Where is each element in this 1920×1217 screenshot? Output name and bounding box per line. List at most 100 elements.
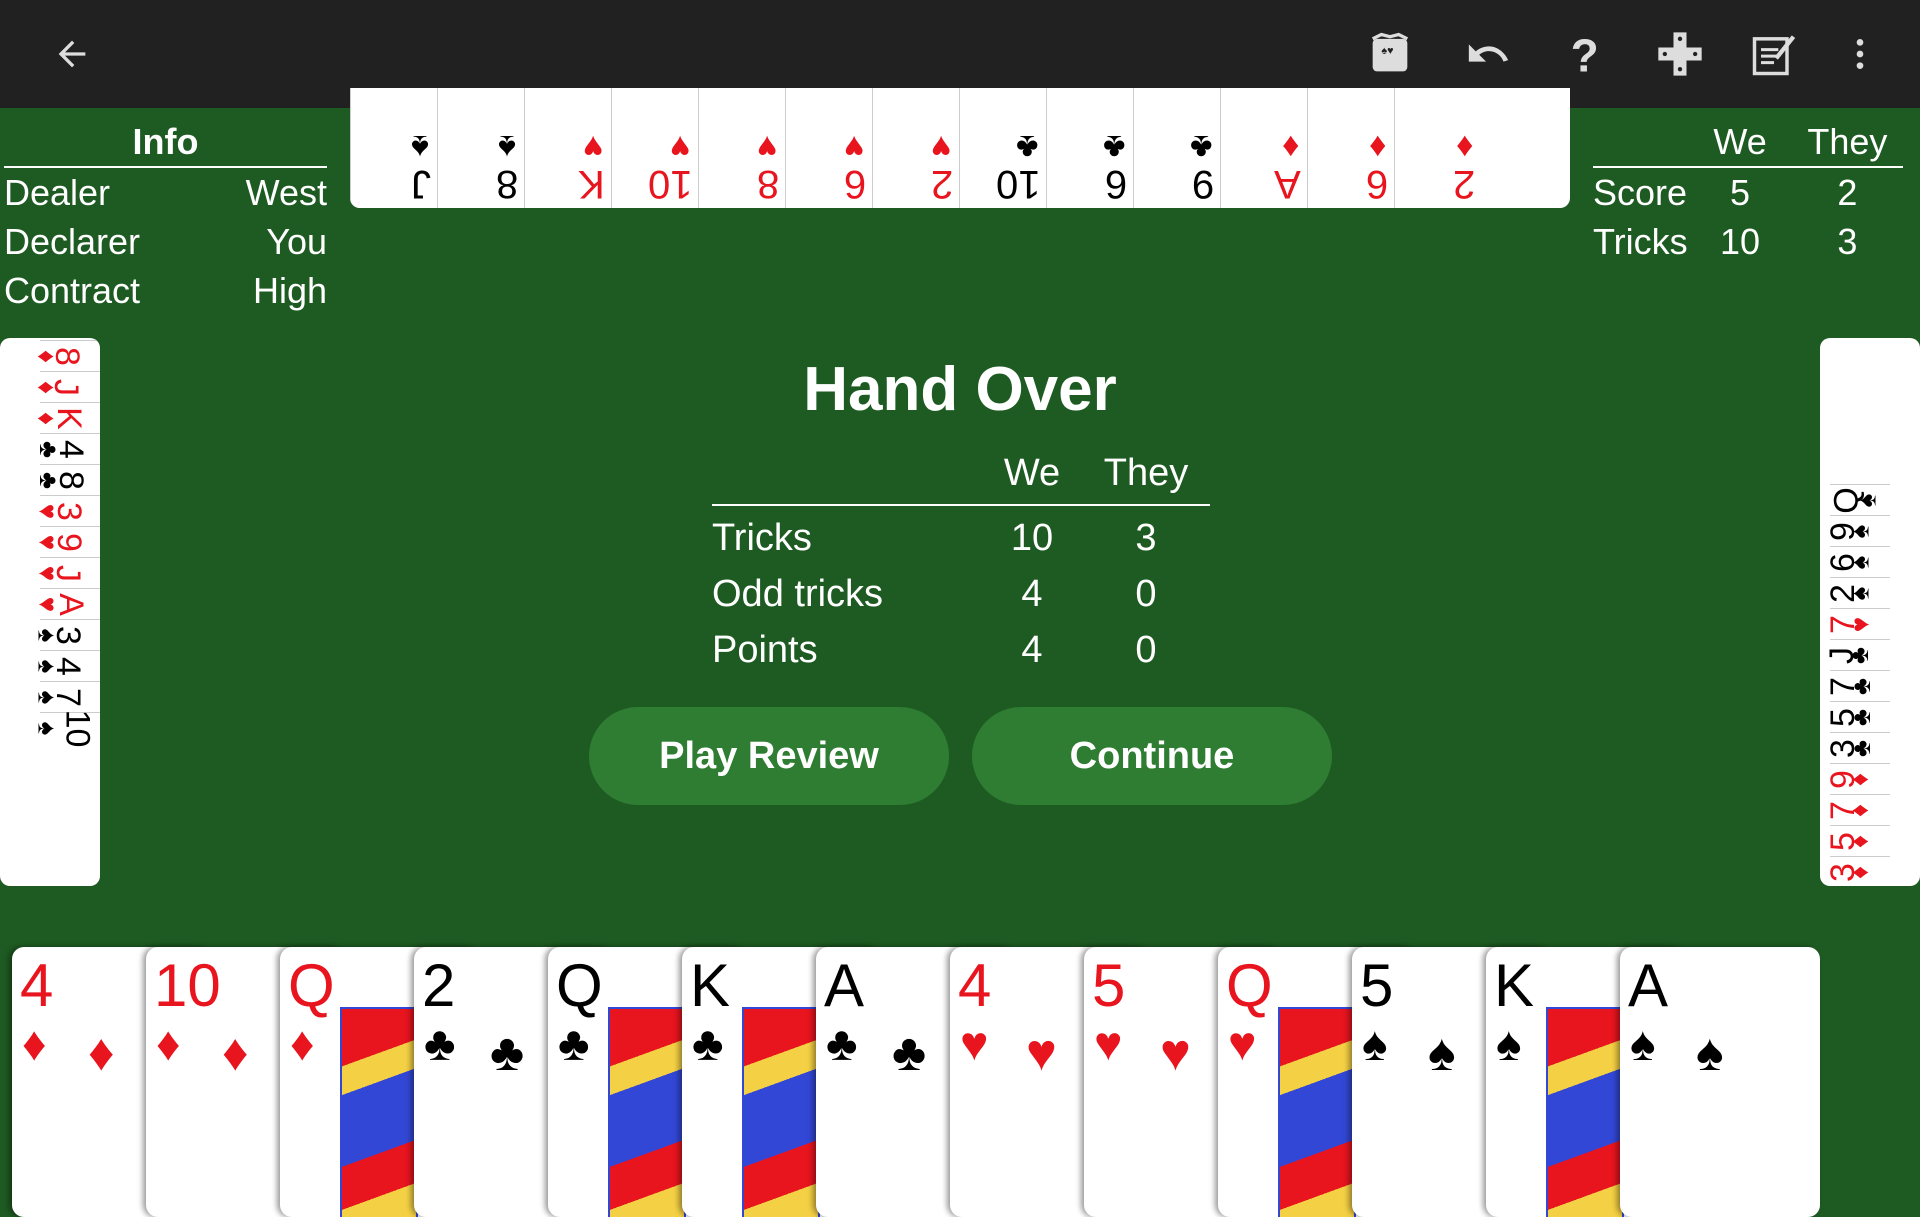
east-card: 9 ♦ [1824, 763, 1890, 795]
card-suit: ♥ [669, 128, 690, 166]
table-row: Odd tricks 4 0 [712, 573, 1157, 615]
north-card: 2 ♦ [1394, 88, 1481, 208]
notes-icon[interactable] [1744, 24, 1804, 84]
table-header: We They [712, 452, 1210, 506]
card-suit: ♣ [1845, 739, 1876, 758]
info-header: Info [4, 114, 327, 168]
help-icon[interactable]: ? [1554, 24, 1614, 84]
info-row-dealer: Dealer West [4, 172, 327, 213]
west-card: ♥ J [33, 557, 100, 589]
card-rank: K [1494, 952, 1535, 1019]
card-rank: A [1628, 952, 1669, 1019]
east-card: 7 ♣ [1824, 670, 1890, 702]
east-card: 3 ♣ [1824, 732, 1890, 764]
north-card: A ♦ [1220, 88, 1307, 208]
svg-text:♠♥: ♠♥ [1381, 45, 1393, 57]
west-card: ♣ 4 [34, 433, 100, 465]
card-rank: K [50, 407, 89, 430]
west-card: ♠ 7 [32, 681, 100, 713]
card-suit: ♠ [1362, 1018, 1388, 1071]
card-suit: ♣ [692, 1018, 724, 1071]
card-pip: ♠ [1696, 1024, 1724, 1082]
card-rank: 5 [1360, 952, 1394, 1019]
card-suit: ♣ [424, 1018, 456, 1071]
card-suit: ♠ [1851, 493, 1882, 508]
undo-icon[interactable] [1458, 24, 1518, 84]
north-card: J ♠ [350, 88, 437, 208]
card-rank: 10 [154, 952, 221, 1019]
north-hand: J ♠ 8 ♠ K ♥ 10 ♥ 8 ♥ 6 ♥ 2 ♥ 10 ♣ 6 ♣ 9 ♣ A ♦ 6 ♦ 2 ♦ [350, 88, 1570, 208]
card-suit: ♠ [410, 128, 429, 166]
card-suit: ♥ [756, 128, 777, 166]
north-card: K ♥ [524, 88, 611, 208]
east-card: J ♣ [1823, 639, 1890, 671]
card-rank: 8 [52, 471, 91, 490]
north-card: 6 ♣ [1046, 88, 1133, 208]
east-card: 6 ♠ [1824, 546, 1890, 578]
card-suit: ♥ [582, 128, 603, 166]
play-review-button[interactable]: Play Review [589, 707, 949, 805]
card-suit: ♣ [1845, 677, 1876, 696]
table-row: Tricks 10 3 [712, 517, 1157, 559]
card-rank: 10 [995, 162, 1041, 206]
west-card: ♥ 3 [33, 495, 100, 527]
score-panel: We They Score 5 2 Tricks 10 3 [1593, 114, 1903, 266]
card-pip: ♥ [1160, 1024, 1191, 1082]
card-suit: ♠ [1630, 1018, 1656, 1071]
card-suit: ♥ [930, 128, 951, 166]
info-row-declarer: Declarer You [4, 221, 327, 262]
dpad-icon[interactable] [1650, 24, 1710, 84]
north-card: 8 ♠ [437, 88, 524, 208]
card-rank: 4 [48, 657, 87, 676]
hand-summary-table: We They Tricks 10 3 Odd tricks 4 0 Point… [712, 452, 1210, 674]
card-rank: 2 [930, 162, 953, 206]
south-card[interactable]: A ♠ ♠ [1620, 947, 1820, 1217]
north-card: 9 ♣ [1133, 88, 1220, 208]
card-rank: 3 [50, 502, 89, 521]
west-card: ♦ K [32, 402, 100, 434]
card-suit: ♠ [1496, 1018, 1522, 1071]
north-card: 6 ♥ [785, 88, 872, 208]
card-rank: K [690, 952, 731, 1019]
east-card: Q ♠ [1828, 484, 1890, 516]
card-suit: ♦ [1455, 128, 1473, 166]
card-rank: 6 [1365, 162, 1388, 206]
back-arrow-icon[interactable] [42, 24, 102, 84]
score-row-score: Score 5 2 [1593, 172, 1858, 213]
card-suit: ♦ [1281, 128, 1299, 166]
card-suit: ♠ [1844, 586, 1875, 601]
card-rank: 7 [48, 688, 87, 707]
card-rank: A [824, 952, 865, 1019]
card-rank: Q [1226, 952, 1273, 1019]
hand-over-title: Hand Over [803, 355, 1117, 424]
north-card: 8 ♥ [698, 88, 785, 208]
east-card: 5 ♣ [1824, 701, 1890, 733]
info-row-contract: Contract High [4, 270, 327, 311]
card-suit: ♣ [558, 1018, 590, 1071]
card-suit: ♥ [1228, 1018, 1257, 1071]
card-suit: ♠ [1844, 524, 1875, 539]
north-card: 2 ♥ [872, 88, 959, 208]
card-rank: 8 [48, 347, 87, 366]
card-suit: ♠ [497, 128, 516, 166]
card-rank: J [411, 162, 431, 206]
card-rank: Q [556, 952, 603, 1019]
card-suit: ♦ [156, 1018, 181, 1071]
cards-icon[interactable]: ♠♥ [1360, 24, 1420, 84]
east-hand: Q ♠ 9 ♠ 6 ♠ 2 ♠ 7 ♥ J ♣ 7 ♣ 5 ♣ 3 ♣ 9 ♦ 7 ♦ 5 ♦ 3 ♦ [1820, 338, 1920, 886]
continue-button[interactable]: Continue [972, 707, 1332, 805]
east-card: 7 ♦ [1824, 794, 1890, 826]
card-rank: 6 [1104, 162, 1127, 206]
west-hand: ♦ 8 ♦ J ♦ K ♣ 4 ♣ 8 ♥ 3 ♥ 9 ♥ J ♥ A ♠ 3 ♠ 4 ♠ 7 ♠ 10 [0, 338, 100, 886]
card-rank: 10 [58, 709, 97, 748]
card-suit: ♦ [1368, 128, 1386, 166]
west-card: ♠ 3 [32, 619, 100, 651]
more-vert-icon[interactable] [1830, 24, 1890, 84]
west-card: ♣ 8 [34, 464, 100, 496]
face-card-art [1278, 1007, 1356, 1217]
card-suit: ♦ [1844, 834, 1875, 849]
face-card-art [608, 1007, 686, 1217]
card-suit: ♣ [1845, 708, 1876, 727]
card-pip: ♣ [490, 1024, 525, 1082]
card-suit: ♣ [1844, 646, 1875, 665]
